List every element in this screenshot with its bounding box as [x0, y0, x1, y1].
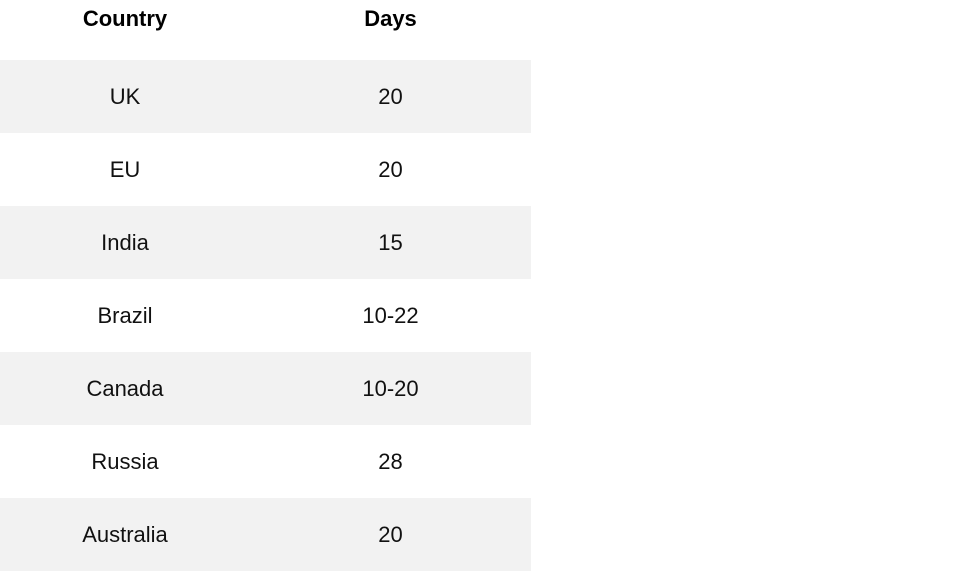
leave-days-table: Country Days UK 20 EU 20 India 15 Brazil…	[0, 0, 531, 571]
country-cell: EU	[109, 156, 141, 182]
country-cell: Australia	[82, 521, 168, 547]
table-row: EU 20	[0, 133, 531, 206]
table-row: India 15	[0, 206, 531, 279]
country-cell: UK	[109, 83, 141, 109]
days-cell: 28	[378, 448, 403, 474]
days-cell: 10-20	[362, 375, 419, 401]
days-cell: 20	[378, 83, 403, 109]
header-country: Country	[82, 6, 168, 31]
days-cell: 20	[378, 521, 403, 547]
table-row: Canada 10-20	[0, 352, 531, 425]
table-row: Brazil 10-22	[0, 279, 531, 352]
table-row: Russia 28	[0, 425, 531, 498]
country-cell: India	[101, 229, 149, 255]
country-cell: Russia	[91, 448, 159, 474]
days-cell: 15	[378, 229, 403, 255]
country-cell: Canada	[86, 375, 164, 401]
country-cell: Brazil	[97, 302, 153, 328]
table-row: UK 20	[0, 60, 531, 133]
header-days: Days	[364, 6, 417, 31]
days-cell: 10-22	[362, 302, 419, 328]
days-cell: 20	[378, 156, 403, 182]
header-row: Country Days	[0, 0, 531, 60]
table-row: Australia 20	[0, 498, 531, 571]
